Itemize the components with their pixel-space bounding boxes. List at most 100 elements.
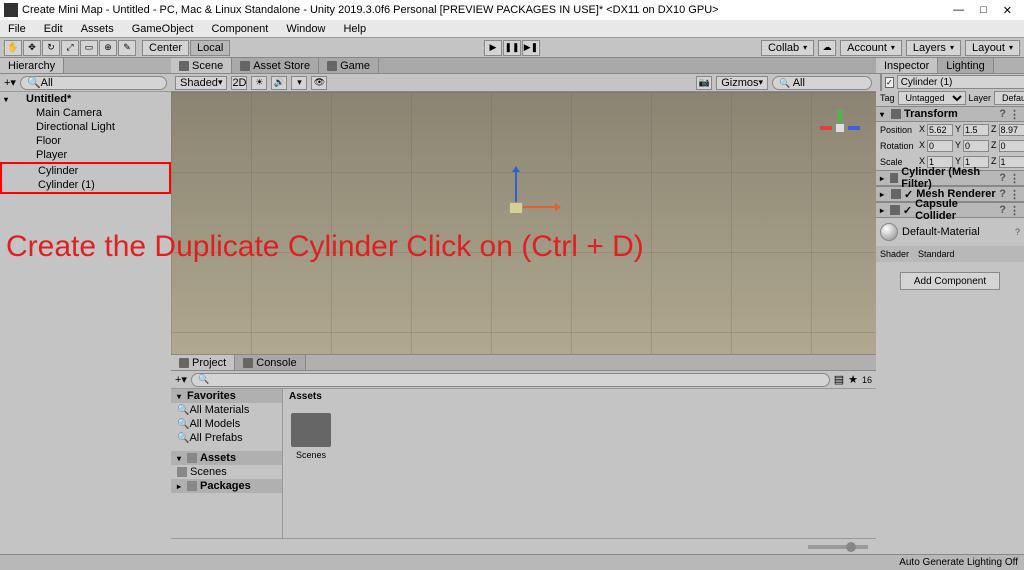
- material-row[interactable]: Default-Material ?: [876, 218, 1024, 246]
- gizmos-dropdown[interactable]: Gizmos ▾: [716, 76, 768, 90]
- favorite-item[interactable]: 🔍 All Models: [171, 417, 282, 431]
- assets-section[interactable]: ▾Assets: [171, 451, 282, 465]
- object-name-field[interactable]: [897, 75, 1024, 89]
- hierarchy-item[interactable]: Main Camera: [0, 106, 171, 120]
- scene-search[interactable]: 🔍 All: [772, 76, 872, 90]
- hierarchy-list: ▾Untitled* Main Camera Directional Light…: [0, 92, 171, 554]
- scene-fx-toggle[interactable]: ▾: [291, 76, 307, 90]
- menu-help[interactable]: Help: [339, 21, 370, 37]
- gizmo-z-icon: [848, 126, 860, 130]
- mesh-filter-header[interactable]: ▸Cylinder (Mesh Filter)?⋮: [876, 170, 1024, 186]
- minimize-button[interactable]: —: [953, 4, 964, 17]
- project-breadcrumb[interactable]: Assets: [283, 389, 876, 405]
- position-z[interactable]: [999, 124, 1024, 136]
- add-component-button[interactable]: Add Component: [900, 272, 1000, 290]
- maximize-button[interactable]: □: [980, 4, 987, 17]
- tab-asset-store[interactable]: Asset Store: [232, 58, 319, 73]
- active-checkbox[interactable]: ✓: [885, 77, 894, 88]
- scale-tool[interactable]: ⤢: [61, 40, 79, 56]
- orientation-gizmo[interactable]: [820, 108, 860, 148]
- scene-audio-toggle[interactable]: 🔊: [271, 76, 287, 90]
- menubar: File Edit Assets GameObject Component Wi…: [0, 20, 1024, 38]
- hierarchy-item-selected[interactable]: Cylinder (1): [2, 178, 169, 192]
- project-search[interactable]: 🔍: [191, 373, 830, 387]
- lightmap-status[interactable]: Auto Generate Lighting Off: [899, 557, 1018, 568]
- shading-dropdown[interactable]: Shaded ▾: [175, 76, 227, 90]
- pause-button[interactable]: ❚❚: [503, 40, 521, 56]
- menu-window[interactable]: Window: [282, 21, 329, 37]
- folder-icon: [187, 481, 197, 491]
- packages-section[interactable]: ▸Packages: [171, 479, 282, 493]
- project-thumbnail-slider[interactable]: [808, 545, 868, 549]
- custom-tool[interactable]: ✎: [118, 40, 136, 56]
- menu-edit[interactable]: Edit: [40, 21, 67, 37]
- close-button[interactable]: ✕: [1003, 4, 1012, 17]
- selected-object[interactable]: [509, 202, 523, 214]
- favorite-item[interactable]: 🔍 All Prefabs: [171, 431, 282, 445]
- tab-lighting[interactable]: Lighting: [938, 58, 994, 73]
- hierarchy-item[interactable]: Floor: [0, 134, 171, 148]
- layout-dropdown[interactable]: Layout: [965, 40, 1020, 56]
- move-tool[interactable]: ✥: [23, 40, 41, 56]
- scene-2d-toggle[interactable]: 2D: [231, 76, 247, 90]
- menu-gameobject[interactable]: GameObject: [128, 21, 198, 37]
- folder-item[interactable]: Scenes: [291, 413, 331, 460]
- transform-icon: [891, 109, 901, 119]
- scale-z[interactable]: [999, 156, 1024, 168]
- play-button[interactable]: ▶: [484, 40, 502, 56]
- pivot-local-toggle[interactable]: Local: [190, 40, 230, 56]
- project-star-icon[interactable]: ★: [848, 373, 858, 386]
- scene-light-toggle[interactable]: ☀: [251, 76, 267, 90]
- hierarchy-create-icon[interactable]: +▾: [4, 76, 16, 89]
- rect-tool[interactable]: ▭: [80, 40, 98, 56]
- step-button[interactable]: ▶❚: [522, 40, 540, 56]
- favorites-section[interactable]: ▾Favorites: [171, 389, 282, 403]
- project-filter-icon[interactable]: ▤: [834, 373, 844, 386]
- pivot-center-toggle[interactable]: Center: [142, 40, 189, 56]
- gameobject-icon[interactable]: [880, 74, 882, 91]
- favorite-item[interactable]: 🔍 All Materials: [171, 403, 282, 417]
- rotation-y[interactable]: [963, 140, 989, 152]
- layers-dropdown[interactable]: Layers: [906, 40, 961, 56]
- menu-assets[interactable]: Assets: [77, 21, 118, 37]
- menu-component[interactable]: Component: [207, 21, 272, 37]
- component-menu-icon[interactable]: ⋮: [1009, 108, 1020, 121]
- hierarchy-item[interactable]: Directional Light: [0, 120, 171, 134]
- component-help-icon[interactable]: ?: [999, 108, 1006, 121]
- folder-item[interactable]: Scenes: [171, 465, 282, 479]
- cloud-button[interactable]: ☁: [818, 40, 836, 56]
- position-x[interactable]: [927, 124, 953, 136]
- hierarchy-item[interactable]: Player: [0, 148, 171, 162]
- menu-file[interactable]: File: [4, 21, 30, 37]
- tab-inspector[interactable]: Inspector: [876, 58, 938, 73]
- rotate-tool[interactable]: ↻: [42, 40, 60, 56]
- scene-viewport[interactable]: [171, 92, 876, 354]
- hand-tool[interactable]: ✋: [4, 40, 22, 56]
- hierarchy-scene-root[interactable]: ▾Untitled*: [0, 92, 171, 106]
- move-y-handle[interactable]: [515, 172, 517, 202]
- move-x-handle[interactable]: [523, 206, 555, 208]
- layer-dropdown[interactable]: Default: [994, 91, 1024, 105]
- tag-dropdown[interactable]: Untagged: [898, 91, 966, 105]
- position-y[interactable]: [963, 124, 989, 136]
- tab-scene[interactable]: Scene: [171, 58, 232, 73]
- project-icon: [179, 358, 189, 368]
- collab-dropdown[interactable]: Collab: [761, 40, 814, 56]
- hierarchy-item[interactable]: Cylinder: [2, 164, 169, 178]
- collider-header[interactable]: ▸✓Capsule Collider?⋮: [876, 202, 1024, 218]
- project-create-button[interactable]: +▾: [175, 373, 187, 386]
- tab-hierarchy[interactable]: Hierarchy: [0, 58, 64, 73]
- collider-icon: [890, 205, 899, 215]
- tab-game[interactable]: Game: [319, 58, 379, 73]
- account-dropdown[interactable]: Account: [840, 40, 902, 56]
- scene-camera-button[interactable]: 📷: [696, 76, 712, 90]
- hierarchy-search[interactable]: 🔍 All: [20, 76, 167, 90]
- rotation-z[interactable]: [999, 140, 1024, 152]
- tab-console[interactable]: Console: [235, 355, 305, 370]
- transform-header[interactable]: ▾ Transform ?⋮: [876, 106, 1024, 122]
- mesh-icon: [890, 173, 898, 183]
- transform-tool[interactable]: ⊕: [99, 40, 117, 56]
- tab-project[interactable]: Project: [171, 355, 235, 370]
- scene-hidden-toggle[interactable]: 👁: [311, 76, 327, 90]
- rotation-x[interactable]: [927, 140, 953, 152]
